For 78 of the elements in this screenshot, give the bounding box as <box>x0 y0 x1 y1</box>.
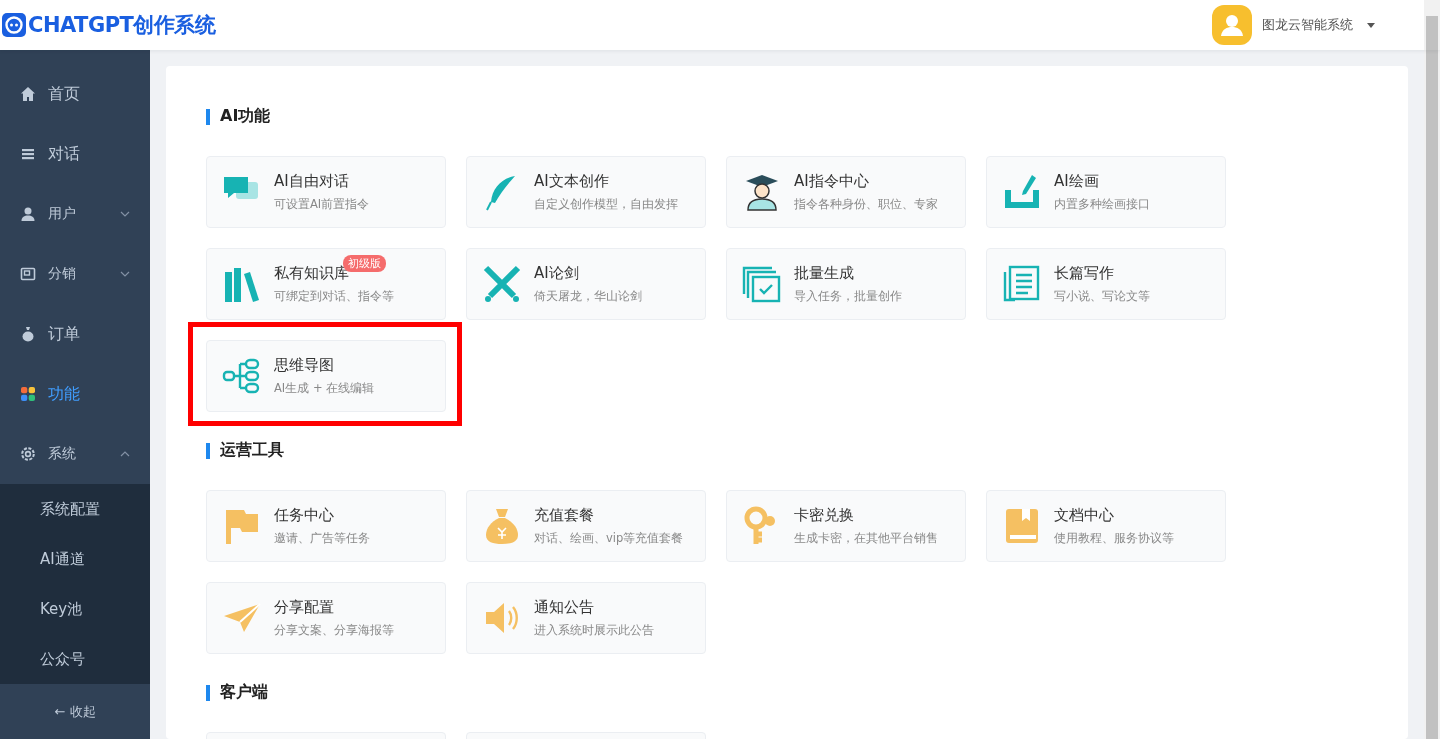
card-description: 邀请、广告等任务 <box>274 531 370 546</box>
card-description: 写小说、写论文等 <box>1054 289 1150 304</box>
avatar-icon[interactable] <box>1212 5 1252 45</box>
feature-card[interactable]: 通知公告 进入系统时展示此公告 <box>466 582 706 654</box>
submenu-item[interactable]: 公众号 <box>0 634 150 684</box>
submenu-item[interactable]: AI通道 <box>0 534 150 584</box>
card-title: AI论剑 <box>534 264 579 283</box>
section-marker <box>206 684 210 701</box>
menu-icon <box>20 146 36 162</box>
scrollbar[interactable] <box>1424 0 1440 50</box>
user-icon <box>20 206 36 222</box>
card-title: 卡密兑换 <box>794 506 854 525</box>
card-description: 分享文案、分享海报等 <box>274 623 394 638</box>
crossed-swords-icon <box>482 264 522 304</box>
card-description: 倚天屠龙，华山论剑 <box>534 289 642 304</box>
card-title: AI绘画 <box>1054 172 1099 191</box>
section-marker <box>206 108 210 125</box>
feature-card[interactable]: AI论剑 倚天屠龙，华山论剑 <box>466 248 706 320</box>
card-description: 自定义创作模型，自由发挥 <box>534 197 678 212</box>
feature-card[interactable]: AI绘画 内置多种绘画接口 <box>986 156 1226 228</box>
feature-card[interactable]: 长篇写作 写小说、写论文等 <box>986 248 1226 320</box>
menu-item[interactable]: 订单 <box>0 304 150 364</box>
caret-icon[interactable] <box>1367 22 1375 28</box>
card-description: 导入任务，批量创作 <box>794 289 902 304</box>
submenu-item[interactable]: 系统配置 <box>0 484 150 534</box>
scrollbar[interactable] <box>1424 50 1440 739</box>
feature-card[interactable]: 分享配置 分享文案、分享海报等 <box>206 582 446 654</box>
stacked-pages-icon <box>742 264 782 304</box>
menu-item[interactable]: 对话 <box>0 124 150 184</box>
document-scroll-icon <box>1002 264 1042 304</box>
card-description: 指令各种身份、职位、专家 <box>794 197 938 212</box>
mind-map-icon <box>222 356 262 396</box>
card-title: 充值套餐 <box>534 506 594 525</box>
feature-card[interactable]: 卡密兑换 生成卡密，在其他平台销售 <box>726 490 966 562</box>
feature-card[interactable]: 充值套餐 对话、绘画、vip等充值套餐 <box>466 490 706 562</box>
menu-item[interactable]: 分销 <box>0 244 150 304</box>
feature-card[interactable]: 思维导图 AI生成 + 在线编辑 <box>206 340 446 412</box>
card-title: 通知公告 <box>534 598 594 617</box>
id-card-icon <box>20 266 36 282</box>
card-description: AI生成 + 在线编辑 <box>274 381 375 396</box>
feature-card[interactable]: AI文本创作 自定义创作模型，自由发挥 <box>466 156 706 228</box>
collapse-button[interactable]: ← 收起 <box>48 698 102 725</box>
card-title: AI文本创作 <box>534 172 609 191</box>
feature-card[interactable]: 批量生成 导入任务，批量创作 <box>726 248 966 320</box>
section-marker <box>206 442 210 459</box>
card-title: 批量生成 <box>794 264 854 283</box>
card-title: 长篇写作 <box>1054 264 1114 283</box>
bag-icon <box>20 326 36 342</box>
settings-icon <box>20 446 36 462</box>
home-icon <box>20 86 36 102</box>
menu-item[interactable]: 系统 <box>0 424 150 484</box>
feature-card[interactable]: 任务中心 邀请、广告等任务 <box>206 490 446 562</box>
feature-card[interactable]: AI自由对话 可设置AI前置指令 <box>206 156 446 228</box>
submenu-item[interactable]: Key池 <box>0 584 150 634</box>
card-description: 对话、绘画、vip等充值套餐 <box>534 531 684 546</box>
section-title: AI功能 <box>220 106 271 127</box>
card-title: 文档中心 <box>1054 506 1114 525</box>
card-title: 思维导图 <box>274 356 334 375</box>
card-description: 使用教程、服务协议等 <box>1054 531 1174 546</box>
feature-card[interactable]: AI指令中心 指令各种身份、职位、专家 <box>726 156 966 228</box>
card-title: 分享配置 <box>274 598 334 617</box>
menu-item[interactable]: 首页 <box>0 64 150 124</box>
card-description: 进入系统时展示此公告 <box>534 623 654 638</box>
app-title: CHATGPT创作系统 <box>28 12 216 39</box>
section-title: 客户端 <box>220 682 268 703</box>
card-description: 生成卡密，在其他平台销售 <box>794 531 938 546</box>
card-title: AI指令中心 <box>794 172 869 191</box>
menu-item[interactable]: 用户 <box>0 184 150 244</box>
card-description: 可设置AI前置指令 <box>274 197 370 212</box>
grid-icon <box>20 386 36 402</box>
section-title: 运营工具 <box>220 440 284 461</box>
card-description: 可绑定到对话、指令等 <box>274 289 394 304</box>
card-title: AI自由对话 <box>274 172 349 191</box>
card-description: 内置多种绘画接口 <box>1054 197 1150 212</box>
card-title: 任务中心 <box>274 506 334 525</box>
feature-card[interactable]: 文档中心 使用教程、服务协议等 <box>986 490 1226 562</box>
menu-item[interactable]: 功能 <box>0 364 150 424</box>
user-name[interactable]: 图龙云智能系统 <box>1262 16 1353 34</box>
